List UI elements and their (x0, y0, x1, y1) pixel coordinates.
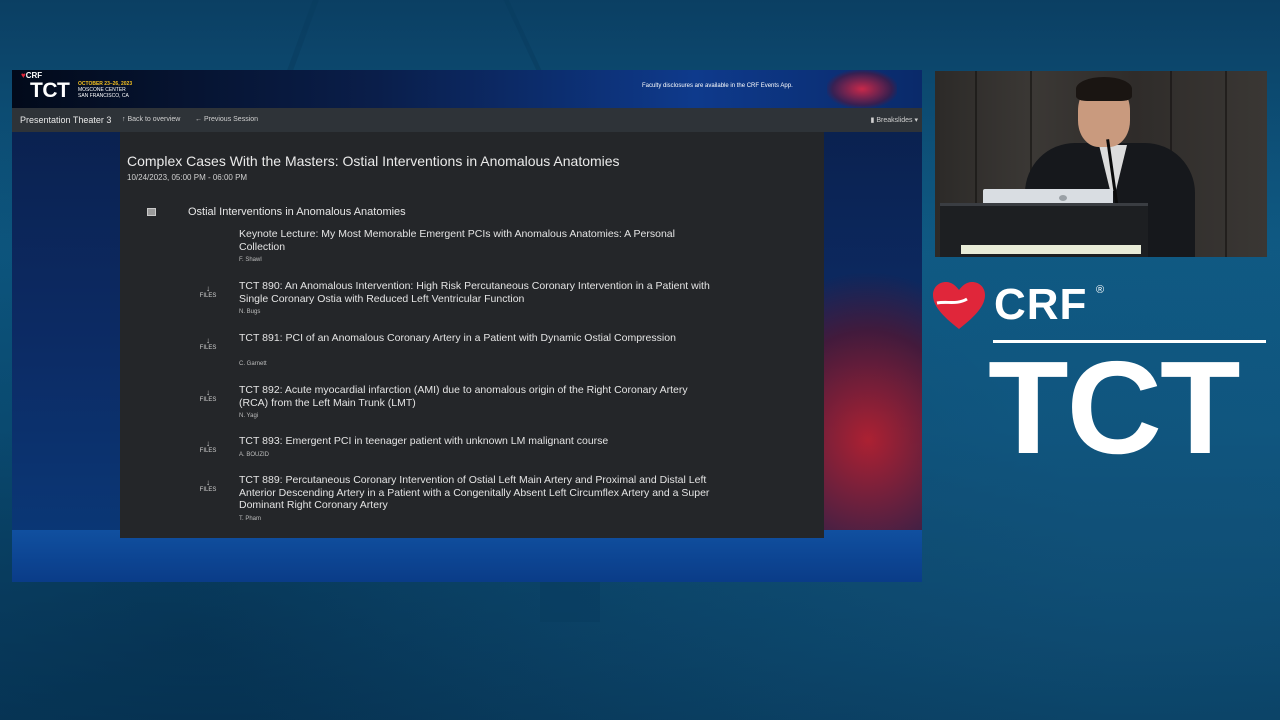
talk-author: T. Pham (239, 516, 262, 522)
group-title: Ostial Interventions in Anomalous Anatom… (188, 206, 406, 218)
podium-screen (961, 245, 1141, 254)
disclosure-text: Faculty disclosures are available in the… (642, 83, 793, 89)
back-to-overview-link[interactable]: ↑ Back to overview (122, 116, 180, 123)
download-arrow-icon: ↓ (206, 388, 210, 397)
previous-session-link[interactable]: ← Previous Session (195, 116, 258, 123)
download-arrow-icon: ↓ (206, 336, 210, 345)
talk-author: N. Bugs (239, 309, 261, 315)
files-button[interactable]: ↓ FILES (190, 439, 226, 454)
registered-mark: ® (1096, 284, 1105, 296)
talk-title[interactable]: TCT 891: PCI of an Anomalous Coronary Ar… (239, 332, 717, 345)
tct-wordmark: TCT (988, 334, 1241, 481)
talk-title[interactable]: Keynote Lecture: My Most Memorable Emerg… (239, 228, 717, 253)
speaker-hair (1076, 77, 1132, 101)
talk-title[interactable]: TCT 889: Percutaneous Coronary Intervent… (239, 474, 717, 512)
caret-down-icon: ▾ (914, 117, 918, 124)
curtain-fold (1225, 71, 1227, 257)
download-arrow-icon: ↓ (206, 284, 210, 293)
room-title: Presentation Theater 3 (20, 115, 112, 125)
files-button[interactable]: ↓ FILES (190, 336, 226, 351)
speaker-camera (935, 71, 1267, 257)
columns-icon: ▮ (870, 117, 875, 124)
talk-author: N. Yagi (239, 413, 259, 419)
banner-heart-graphic (827, 70, 897, 108)
session-title: Complex Cases With the Masters: Ostial I… (127, 153, 620, 169)
list-square-icon[interactable] (147, 208, 156, 216)
files-button[interactable]: ↓ FILES (190, 478, 226, 493)
download-arrow-icon: ↓ (206, 478, 210, 487)
files-button[interactable]: ↓ FILES (190, 388, 226, 403)
talk-author: A. BOUZID (239, 452, 270, 458)
presentation-slide: ♥CRF TCT OCTOBER 23–26, 2023 MOSCONE CEN… (12, 70, 922, 582)
talk-title[interactable]: TCT 890: An Anomalous Intervention: High… (239, 280, 717, 305)
talk-title[interactable]: TCT 892: Acute myocardial infarction (AM… (239, 384, 717, 409)
event-info: OCTOBER 23–26, 2023 MOSCONE CENTER SAN F… (78, 81, 132, 99)
tct-logo: TCT (30, 79, 70, 102)
event-city: SAN FRANCISCO, CA (78, 93, 129, 99)
arrow-up-icon: ↑ (122, 116, 126, 123)
laptop-logo (1059, 195, 1067, 201)
session-panel: Complex Cases With the Masters: Ostial I… (120, 132, 824, 538)
talk-author: F. Shawl (239, 257, 262, 263)
breakslides-dropdown[interactable]: ▮ Breakslides ▾ (871, 116, 918, 124)
talk-author: C. Garnett (239, 361, 267, 367)
crf-wordmark: CRF (994, 280, 1088, 329)
navbar: Presentation Theater 3 ↑ Back to overvie… (12, 108, 922, 132)
download-arrow-icon: ↓ (206, 439, 210, 448)
session-time: 10/24/2023, 05:00 PM - 06:00 PM (127, 173, 248, 182)
talk-title[interactable]: TCT 893: Emergent PCI in teenager patien… (239, 435, 717, 448)
arrow-left-icon: ← (195, 116, 202, 123)
files-button[interactable]: ↓ FILES (190, 284, 226, 299)
bridge-tower (540, 582, 600, 622)
event-banner: ♥CRF TCT OCTOBER 23–26, 2023 MOSCONE CEN… (12, 70, 922, 108)
crf-heart-logo-icon (933, 282, 985, 329)
